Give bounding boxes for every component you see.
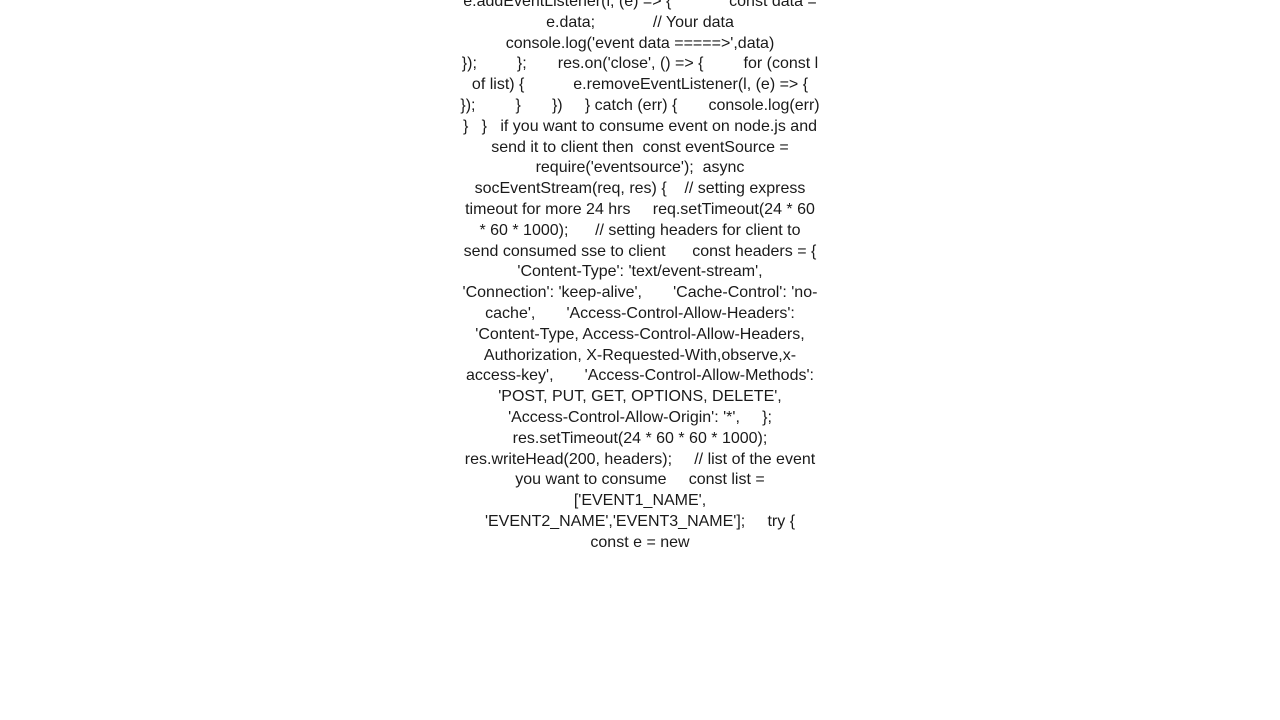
content-wrapper: e.addEventListener(l, (e) => { const dat…: [0, 0, 1280, 720]
code-text-block: e.addEventListener(l, (e) => { const dat…: [460, 0, 820, 720]
